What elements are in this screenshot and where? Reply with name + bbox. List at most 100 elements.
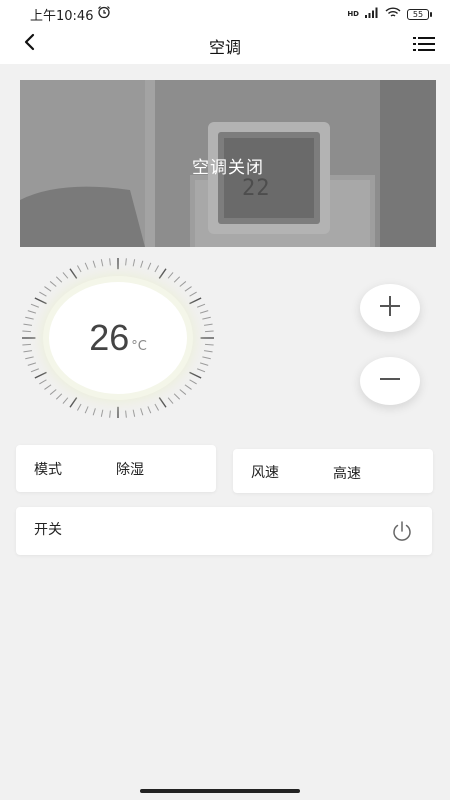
dial-tick: [84, 262, 89, 270]
dial-tick: [184, 384, 192, 390]
dial-tick: [173, 276, 181, 283]
battery-icon: 55: [407, 8, 432, 20]
battery-level: 55: [407, 8, 429, 20]
dial-tick: [69, 268, 78, 279]
power-button[interactable]: [390, 521, 414, 545]
network-type-label: HD: [347, 10, 359, 18]
dial-tick: [189, 379, 197, 385]
plus-icon: [378, 294, 402, 322]
home-indicator[interactable]: [140, 789, 300, 793]
dial-tick: [203, 323, 213, 326]
dial-tick: [199, 310, 209, 314]
dial-tick: [204, 343, 214, 346]
wifi-icon: [385, 7, 401, 21]
back-button[interactable]: [18, 32, 42, 56]
decrease-temperature-button[interactable]: [360, 357, 420, 405]
mode-card[interactable]: 模式 除湿: [16, 445, 216, 492]
dial-tick: [30, 303, 40, 308]
dial-tick: [76, 265, 82, 273]
dial-tick: [204, 330, 214, 333]
dial-tick: [196, 368, 206, 373]
dial-tick: [22, 330, 32, 333]
temperature-dial[interactable]: 26 °C: [18, 256, 218, 421]
dial-tick: [76, 403, 82, 411]
dial-center: 26 °C: [49, 282, 187, 394]
status-right: HD 55: [347, 7, 432, 21]
dial-tick: [92, 260, 96, 268]
power-label: 开关: [34, 522, 62, 538]
dial-tick: [49, 281, 57, 287]
dial-tick: [179, 281, 187, 287]
signal-icon: [365, 7, 379, 21]
banner-overlay: 空调关闭: [20, 80, 436, 247]
dial-tick: [158, 268, 167, 279]
dial-tick: [62, 272, 69, 279]
dial-tick: [55, 276, 63, 283]
dial-tick: [167, 397, 174, 404]
dial-tick: [173, 393, 181, 400]
wind-speed-value: 高速: [333, 466, 361, 482]
list-menu-icon: [413, 36, 435, 56]
wind-speed-label: 风速: [251, 465, 279, 481]
dial-tick: [100, 409, 104, 417]
increase-temperature-button[interactable]: [360, 284, 420, 332]
mode-label: 模式: [34, 462, 62, 478]
dial-tick: [39, 379, 47, 385]
dial-tick: [189, 297, 202, 305]
temperature-readout: 26 °C: [89, 317, 147, 359]
dial-tick: [62, 397, 69, 404]
dial-tick: [44, 286, 52, 292]
dial-tick: [34, 371, 47, 379]
dial-tick: [23, 350, 33, 353]
dial-tick: [203, 350, 213, 353]
dial-tick: [154, 265, 160, 273]
navigation-bar: 空调: [0, 28, 450, 64]
dial-tick: [202, 356, 211, 360]
dial-tick: [199, 362, 209, 366]
ac-status-caption: 空调关闭: [192, 158, 264, 178]
dial-tick: [100, 259, 104, 267]
dial-tick: [109, 258, 111, 266]
menu-button[interactable]: [412, 34, 436, 58]
dial-tick: [23, 323, 33, 326]
device-photo: 22 空调关闭: [20, 80, 436, 247]
temperature-unit: °C: [131, 339, 147, 354]
dial-tick: [84, 406, 89, 414]
dial-tick: [92, 408, 96, 416]
dial-tick: [109, 410, 111, 418]
dial-tick: [44, 384, 52, 390]
dial-tick: [125, 258, 127, 266]
dial-tick: [179, 389, 187, 395]
dial-tick: [184, 286, 192, 292]
wind-speed-card[interactable]: 风速 高速: [233, 449, 433, 493]
status-time: 上午10:46: [30, 8, 94, 24]
dial-tick: [147, 262, 152, 270]
dial-tick: [140, 260, 144, 268]
dial-tick: [25, 356, 34, 360]
dial-tick: [39, 291, 47, 297]
dial-tick: [27, 362, 37, 366]
alarm-clock-icon: [97, 5, 111, 23]
status-left: 上午10:46: [30, 5, 111, 24]
dial-tick: [49, 389, 57, 395]
dial-tick: [196, 303, 206, 308]
power-icon: [391, 520, 413, 546]
chevron-left-icon: [23, 33, 37, 55]
dial-tick: [55, 393, 63, 400]
dial-tick: [30, 368, 40, 373]
temperature-value: 26: [89, 317, 130, 358]
power-card: 开关: [16, 507, 432, 555]
dial-tick: [189, 291, 197, 297]
mode-value: 除湿: [116, 462, 144, 478]
dial-tick: [132, 259, 136, 267]
dial-tick: [154, 403, 160, 411]
dial-tick: [34, 297, 47, 305]
dial-tick: [189, 371, 202, 379]
dial-tick: [167, 272, 174, 279]
page-title: 空调: [208, 38, 241, 57]
dial-tick: [25, 316, 34, 320]
dial-tick: [27, 310, 37, 314]
dial-tick: [125, 410, 127, 418]
dial-tick: [132, 409, 136, 417]
dial-tick: [202, 316, 211, 320]
